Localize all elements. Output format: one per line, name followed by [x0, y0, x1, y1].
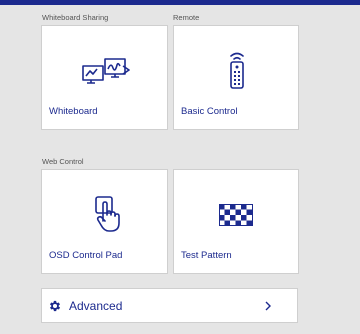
top-accent-bar: [0, 0, 360, 5]
section-label-remote: Remote: [173, 13, 200, 22]
chevron-right-icon: [265, 301, 271, 311]
gear-icon: [49, 300, 61, 312]
checkerboard-icon: [219, 204, 253, 226]
basic-control-tile[interactable]: Basic Control: [173, 25, 299, 130]
remote-control-icon: [230, 52, 244, 89]
advanced-label: Advanced: [69, 299, 123, 313]
section-label-web-control: Web Control: [42, 157, 84, 166]
basic-control-label: Basic Control: [181, 106, 238, 117]
touch-hand-icon: [95, 196, 120, 232]
whiteboard-icon: [82, 58, 130, 84]
test-pattern-tile[interactable]: Test Pattern: [173, 169, 299, 274]
section-label-whiteboard-sharing: Whiteboard Sharing: [42, 13, 109, 22]
osd-control-pad-label: OSD Control Pad: [49, 250, 123, 261]
whiteboard-tile[interactable]: Whiteboard: [41, 25, 168, 130]
advanced-button[interactable]: Advanced: [41, 288, 298, 323]
osd-control-pad-tile[interactable]: OSD Control Pad: [41, 169, 168, 274]
test-pattern-label: Test Pattern: [181, 250, 232, 261]
whiteboard-label: Whiteboard: [49, 106, 98, 117]
